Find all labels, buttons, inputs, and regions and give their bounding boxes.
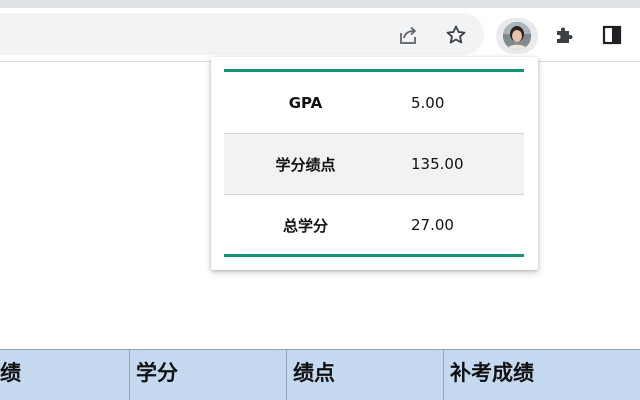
row-total-credits: 总学分 27.00: [224, 194, 524, 255]
gpa-summary-table: GPA 5.00 学分绩点 135.00 总学分 27.00: [224, 72, 524, 255]
tab-strip: [0, 0, 640, 8]
grade-table-header: 绩 学分 绩点 补考成绩: [0, 349, 640, 400]
header-makeup-score: 补考成绩: [443, 350, 640, 400]
browser-window: 绩 学分 绩点 补考成绩 GPA 5.00 学分绩点 135.00 总学分 27…: [0, 0, 640, 400]
credit-points-label: 学分绩点: [275, 155, 336, 174]
header-grade-points: 绩点: [286, 350, 443, 400]
profile-button[interactable]: [496, 18, 538, 54]
extensions-puzzle-icon[interactable]: [549, 20, 579, 50]
header-grade: 绩: [0, 361, 21, 385]
avatar: [503, 22, 531, 50]
total-credits-label: 总学分: [282, 216, 328, 235]
star-icon[interactable]: [441, 20, 471, 50]
share-icon[interactable]: [393, 20, 423, 50]
header-credits: 学分: [129, 350, 286, 400]
extension-popup: GPA 5.00 学分绩点 135.00 总学分 27.00: [211, 57, 538, 270]
browser-toolbar: [0, 8, 640, 62]
side-panel-icon[interactable]: [597, 20, 627, 50]
total-credits-value: 27.00: [411, 216, 454, 234]
row-credit-points: 学分绩点 135.00: [224, 133, 524, 194]
gpa-value: 5.00: [411, 93, 445, 112]
credit-points-value: 135.00: [411, 155, 464, 173]
row-gpa: GPA 5.00: [224, 72, 524, 133]
gpa-label: GPA: [288, 93, 323, 112]
popup-bottom-rule: [224, 254, 524, 257]
